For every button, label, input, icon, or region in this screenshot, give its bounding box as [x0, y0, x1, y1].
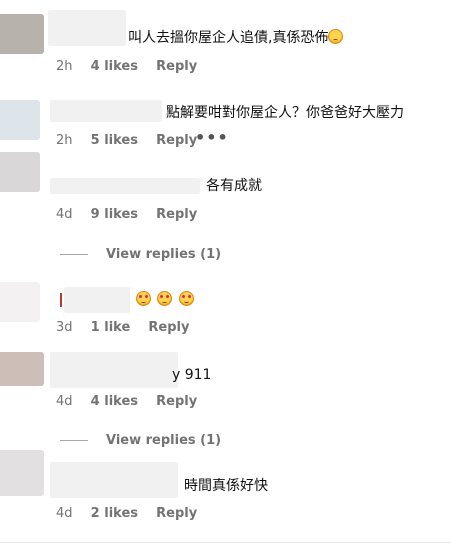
- more-options-icon[interactable]: •••: [195, 128, 229, 147]
- divider-line: [60, 440, 88, 441]
- bottom-divider: [0, 542, 451, 543]
- redacted-username: [50, 462, 178, 498]
- comment-time: 4d: [56, 394, 73, 409]
- comment-meta: 4d 4 likes Reply: [56, 394, 211, 410]
- comment-text: 叫人去搵你屋企人追債,真係恐佈: [128, 28, 345, 48]
- smiling-face-with-hearts-icon: [136, 291, 151, 306]
- avatar[interactable]: [0, 450, 44, 496]
- redacted-username: [50, 178, 200, 194]
- smiling-face-with-hearts-icon: [178, 291, 194, 306]
- comment-time: 3d: [56, 320, 73, 335]
- reply-button[interactable]: Reply: [156, 207, 197, 223]
- likes-count[interactable]: 4 likes: [91, 59, 138, 75]
- comment-meta: 2h 5 likes Reply: [56, 133, 211, 149]
- comment-time: 4d: [56, 207, 73, 222]
- likes-count[interactable]: 5 likes: [91, 133, 138, 149]
- redacted-username: [50, 100, 162, 122]
- avatar[interactable]: [0, 100, 40, 140]
- comment-meta: 3d 1 like Reply: [56, 320, 204, 336]
- comment-time: 2h: [56, 133, 73, 148]
- likes-count[interactable]: 1 like: [91, 320, 131, 336]
- comment-meta: 4d 2 likes Reply: [56, 506, 211, 522]
- comment-text: 點解要咁對你屋企人？你爸爸好大壓力: [166, 105, 404, 121]
- avatar[interactable]: [0, 282, 40, 322]
- comment-meta: 4d 9 likes Reply: [56, 207, 211, 223]
- comment-time: 2h: [56, 59, 73, 74]
- reply-button[interactable]: Reply: [156, 133, 197, 149]
- view-replies-label: View replies (1): [106, 433, 222, 448]
- view-replies-button[interactable]: View replies (1): [60, 247, 221, 262]
- redacted-username: [48, 10, 126, 46]
- avatar[interactable]: [0, 352, 44, 386]
- reply-button[interactable]: Reply: [156, 394, 197, 410]
- avatar[interactable]: [0, 152, 40, 192]
- comment-meta: 2h 4 likes Reply: [56, 59, 211, 75]
- likes-count[interactable]: 2 likes: [91, 506, 138, 522]
- likes-count[interactable]: 9 likes: [91, 207, 138, 223]
- comment-text: [136, 290, 196, 310]
- likes-count[interactable]: 4 likes: [91, 394, 138, 410]
- redacted-username: [64, 287, 130, 313]
- reply-button[interactable]: Reply: [156, 506, 197, 522]
- comment-text: y 911: [172, 367, 212, 383]
- smiling-face-with-hearts-icon: [157, 291, 173, 306]
- view-replies-label: View replies (1): [106, 247, 222, 262]
- reply-button[interactable]: Reply: [148, 320, 189, 336]
- reply-button[interactable]: Reply: [156, 59, 197, 75]
- comment-time: 4d: [56, 506, 73, 521]
- sad-face-emoji-icon: [328, 29, 344, 44]
- username-marker: [60, 293, 62, 307]
- divider-line: [60, 254, 88, 255]
- redacted-username: [50, 352, 178, 388]
- avatar[interactable]: [0, 14, 44, 54]
- comment-text: 各有成就: [206, 178, 262, 194]
- comment-text: 時間真係好快: [184, 478, 268, 494]
- view-replies-button[interactable]: View replies (1): [60, 433, 221, 448]
